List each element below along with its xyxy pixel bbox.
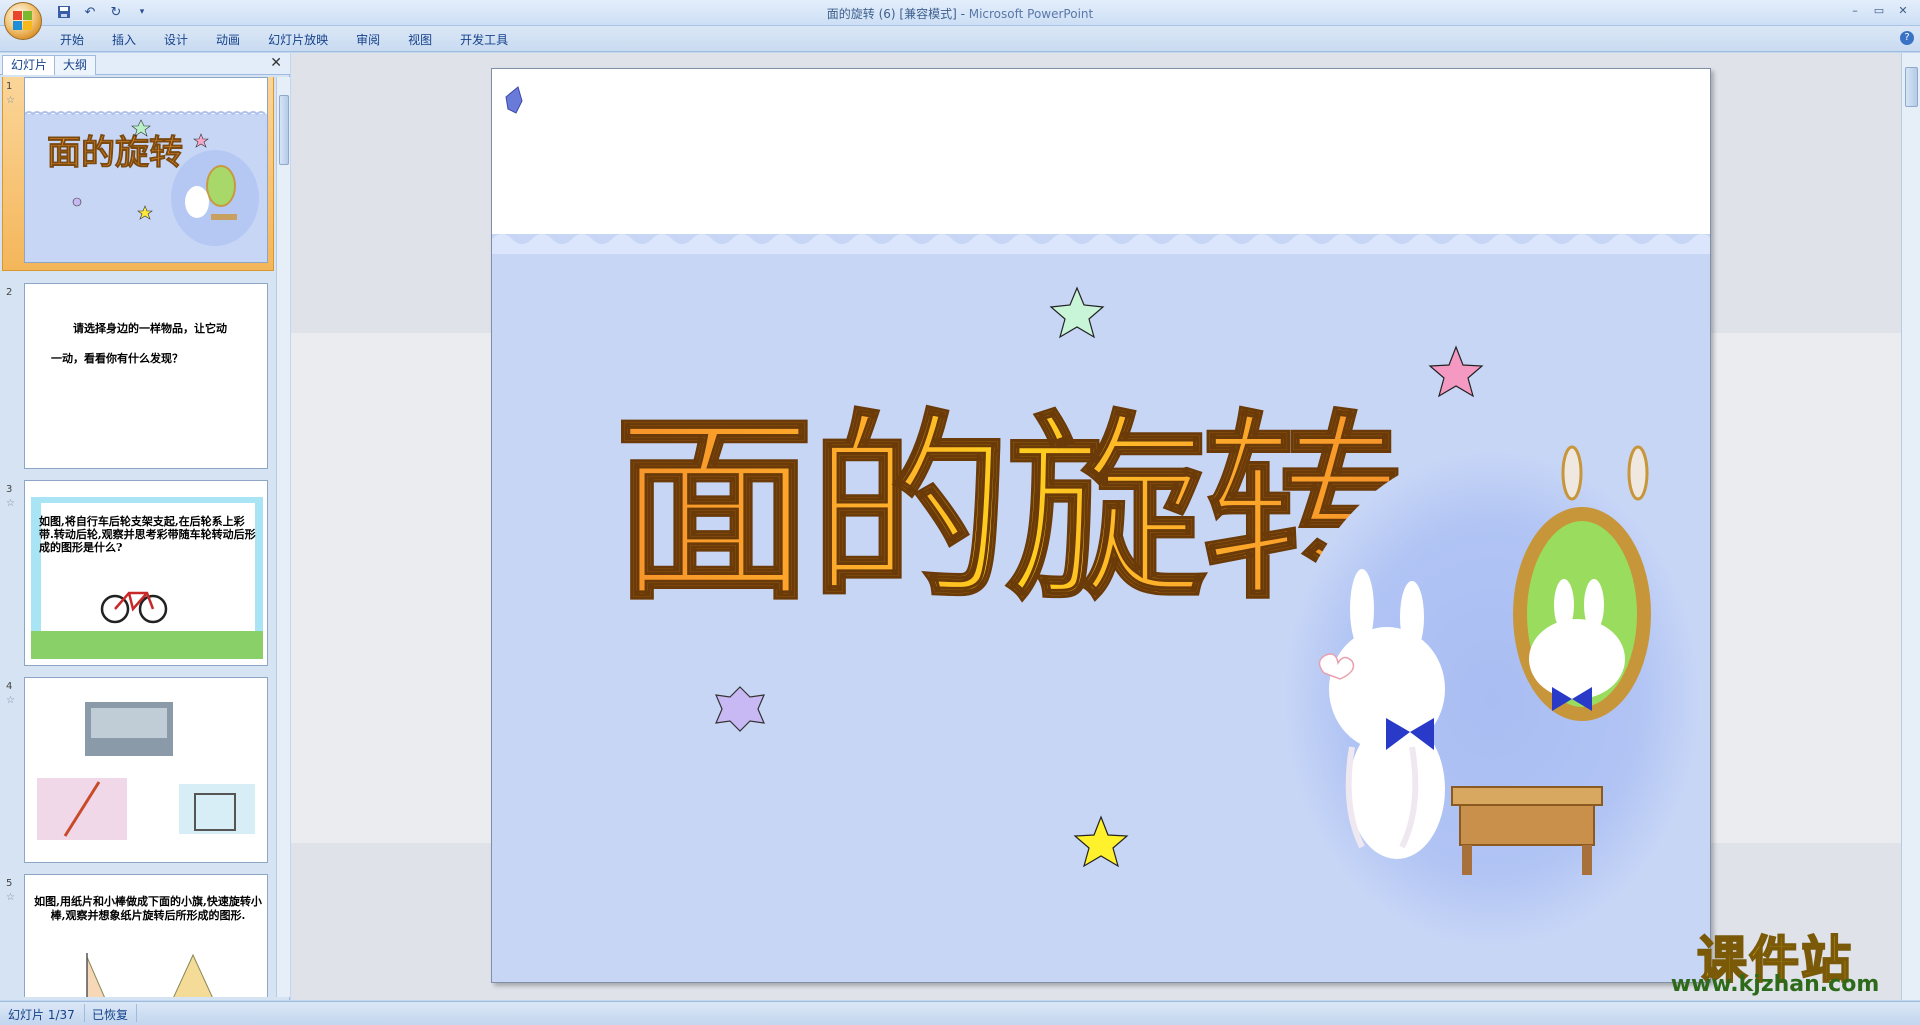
- slide-3-preview: [25, 481, 267, 665]
- window-title: 面的旋转 (6) [兼容模式] - Microsoft PowerPoint: [0, 5, 1920, 22]
- animation-star-icon: ☆: [6, 498, 15, 509]
- tab-slides[interactable]: 幻灯片: [2, 55, 57, 75]
- slides-pane: 幻灯片 大纲 ✕ 1 ☆ 面的旋转 2 请选择身边的一样物品，让它动 一动，看看…: [0, 53, 290, 1000]
- svg-text:面的旋转: 面的旋转: [47, 133, 183, 173]
- slide-2-line-2: 一动，看看你有什么发现？: [51, 352, 183, 365]
- tab-animations[interactable]: 动画: [216, 31, 240, 48]
- pane-tabs: 幻灯片 大纲 ✕: [0, 53, 290, 75]
- recovered-status: 已恢复: [92, 1008, 129, 1022]
- pane-close-icon[interactable]: ✕: [270, 55, 282, 71]
- tab-design[interactable]: 设计: [164, 31, 188, 48]
- tab-developer[interactable]: 开发工具: [460, 31, 508, 48]
- ribbon-tabs: 开始 插入 设计 动画 幻灯片放映 审阅 视图 开发工具: [60, 31, 508, 48]
- office-button[interactable]: [4, 2, 42, 40]
- slide-thumbnail-5[interactable]: 如图,用纸片和小棒做成下面的小旗,快速旋转小棒,观察并想象纸片旋转后所形成的图形…: [24, 874, 268, 997]
- help-icon[interactable]: ?: [1900, 31, 1914, 45]
- status-separator: [136, 1004, 137, 1022]
- animation-star-icon: ☆: [6, 95, 15, 106]
- document-title: 面的旋转 (6) [兼容模式] -: [826, 7, 969, 21]
- scrollbar-thumb[interactable]: [1905, 67, 1918, 107]
- minimize-button[interactable]: –: [1844, 2, 1866, 20]
- slide-position: 幻灯片 1/37: [8, 1008, 75, 1022]
- animation-star-icon: ☆: [6, 695, 15, 706]
- slide-number: 3: [6, 484, 13, 495]
- window-controls: – ▭ ✕: [1844, 2, 1914, 20]
- status-bar: 幻灯片 1/37 已恢复: [0, 1001, 1920, 1025]
- office-logo-icon: [13, 11, 33, 31]
- watermark-url: www.kjzhan.com: [1670, 972, 1880, 997]
- slide-2-line-1: 请选择身边的一样物品，让它动: [73, 322, 227, 335]
- animation-star-icon: ☆: [6, 892, 15, 903]
- thumbnail-list: 1 ☆ 面的旋转 2 请选择身边的一样物品，让它动 一动，看看你有什么发现？ 3…: [0, 77, 275, 997]
- slide-number: 1: [6, 81, 13, 92]
- thumbnail-scrollbar[interactable]: [276, 77, 290, 997]
- slide-5-preview: [86, 953, 213, 997]
- tab-view[interactable]: 视图: [408, 31, 432, 48]
- ribbon: 开始 插入 设计 动画 幻灯片放映 审阅 视图 开发工具 ?: [0, 26, 1920, 52]
- thumbnail-row[interactable]: 3 ☆ 如图,将自行车后轮支架支起,在后轮系上彩带.转动后轮,观察并思考彩带随车…: [0, 480, 275, 670]
- title-bar: ↶ ↻ ▾ 面的旋转 (6) [兼容模式] - Microsoft PowerP…: [0, 0, 1920, 26]
- close-button[interactable]: ✕: [1892, 2, 1914, 20]
- tab-review[interactable]: 审阅: [356, 31, 380, 48]
- slide-number: 4: [6, 681, 13, 692]
- slide-canvas: 面的旋转: [492, 69, 1710, 982]
- slide-thumbnail-2[interactable]: 请选择身边的一样物品，让它动 一动，看看你有什么发现？: [24, 283, 268, 469]
- thumbnail-row[interactable]: 1 ☆ 面的旋转: [0, 77, 275, 277]
- tab-outline[interactable]: 大纲: [54, 55, 97, 75]
- tab-home[interactable]: 开始: [60, 31, 84, 48]
- tab-slideshow[interactable]: 幻灯片放映: [268, 31, 328, 48]
- main-scrollbar[interactable]: [1901, 53, 1920, 1000]
- slide-4-preview: [25, 678, 267, 862]
- slide-number: 2: [6, 287, 13, 298]
- scrollbar-thumb[interactable]: [279, 95, 289, 165]
- slide-thumbnail-1[interactable]: 面的旋转: [24, 77, 268, 263]
- slide-title: 面的旋转: [614, 394, 1398, 627]
- thumbnail-row[interactable]: 5 ☆ 如图,用纸片和小棒做成下面的小旗,快速旋转小棒,观察并想象纸片旋转后所形…: [0, 874, 275, 997]
- app-name: Microsoft PowerPoint: [968, 7, 1094, 21]
- status-separator: [84, 1004, 85, 1022]
- slide-1-preview: 面的旋转: [25, 78, 267, 262]
- thumbnail-row[interactable]: 4 ☆: [0, 677, 275, 867]
- slide-thumbnail-4[interactable]: [24, 677, 268, 863]
- slide-3-text: 如图,将自行车后轮支架支起,在后轮系上彩带.转动后轮,观察并思考彩带随车轮转动后…: [39, 515, 256, 554]
- current-slide[interactable]: 面的旋转: [491, 68, 1711, 983]
- maximize-button[interactable]: ▭: [1868, 2, 1890, 20]
- thumbnail-row[interactable]: 2 请选择身边的一样物品，让它动 一动，看看你有什么发现？: [0, 283, 275, 473]
- watermark-logo: 课件站 www.kjzhan.com: [1660, 920, 1890, 1000]
- tab-insert[interactable]: 插入: [112, 31, 136, 48]
- bunny-mirror-illustration: [1282, 445, 1702, 949]
- slide-number: 5: [6, 878, 13, 889]
- slide-thumbnail-3[interactable]: 如图,将自行车后轮支架支起,在后轮系上彩带.转动后轮,观察并思考彩带随车轮转动后…: [24, 480, 268, 666]
- slide-editing-area: 面的旋转: [291, 53, 1901, 1000]
